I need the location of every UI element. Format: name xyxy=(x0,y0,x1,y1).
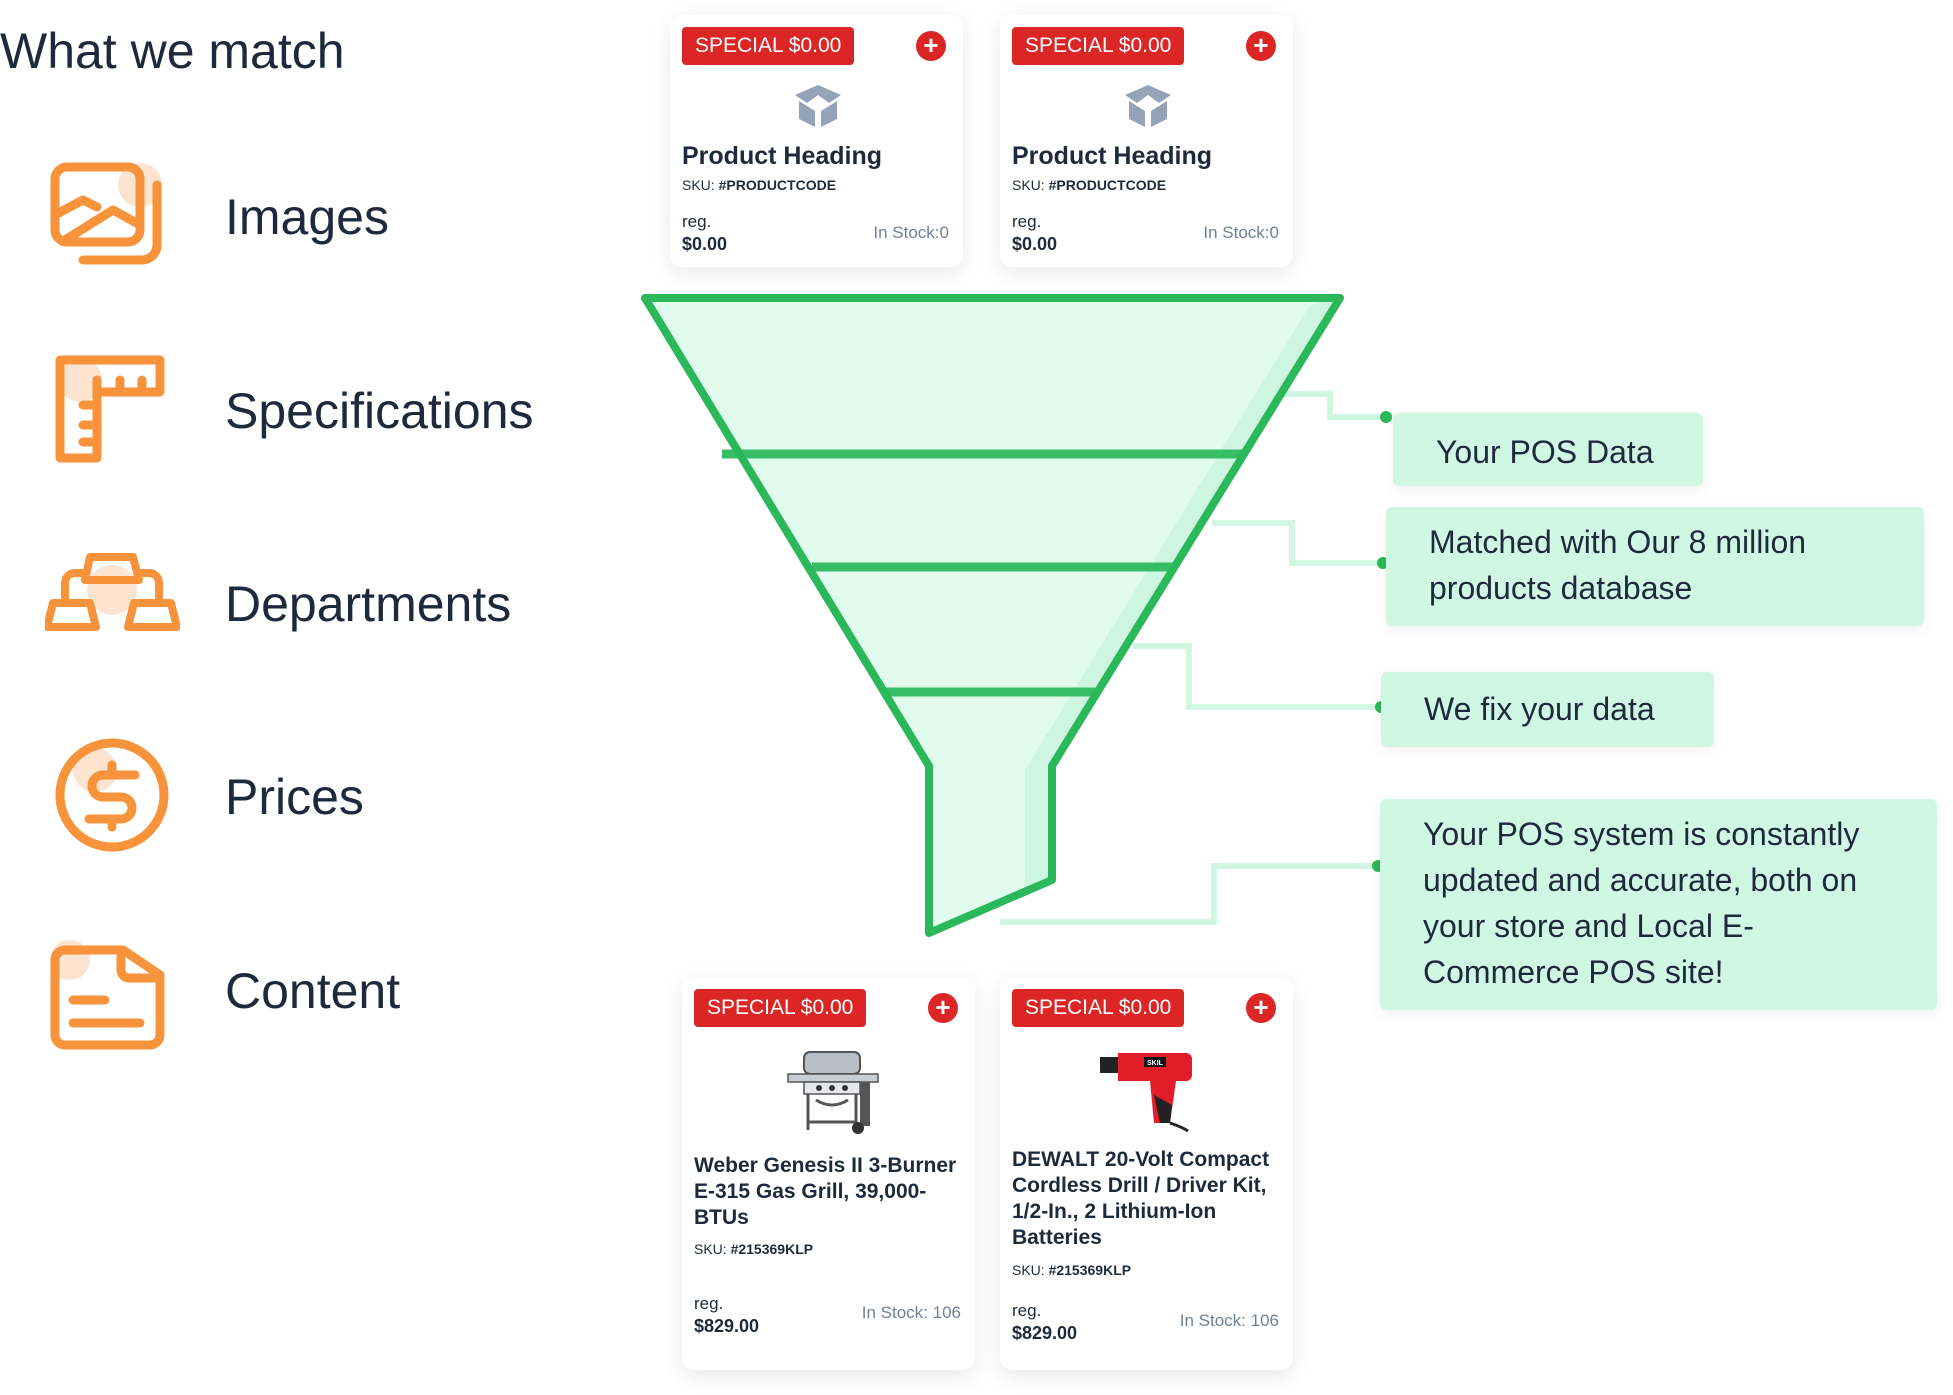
callout-pos-updated: Your POS system is constantly updated an… xyxy=(1380,799,1937,1010)
special-badge: SPECIAL $0.00 xyxy=(1012,989,1185,1027)
page: What we match Images Specifications Depa… xyxy=(0,0,1953,1395)
callout-pos-data: Your POS Data xyxy=(1393,413,1703,486)
cordless-drill-image: SKIL xyxy=(1100,1053,1192,1133)
connector-line xyxy=(1133,643,1381,710)
product-title[interactable]: Weber Genesis II 3-Burner E-315 Gas Gril… xyxy=(694,1153,963,1231)
special-badge: SPECIAL $0.00 xyxy=(694,989,867,1027)
connector-line xyxy=(1283,391,1386,420)
brand-logo: SKIL xyxy=(1147,1060,1164,1067)
gas-grill-image xyxy=(787,1051,879,1134)
callout-matched: Matched with Our 8 million products data… xyxy=(1386,507,1924,626)
stock-status: In Stock: 106 xyxy=(1179,1311,1279,1330)
callout-fix-data: We fix your data xyxy=(1381,672,1714,747)
product-card[interactable]: SPECIAL $0.00 + Weber Genesis II 3-Burne… xyxy=(682,977,975,1370)
add-button[interactable]: + xyxy=(1246,993,1276,1023)
product-sku: SKU: #215369KLP xyxy=(694,1241,814,1257)
connector-line xyxy=(1212,520,1383,566)
product-price: reg. $829.00 xyxy=(1012,1301,1078,1343)
product-title[interactable]: DEWALT 20-Volt Compact Cordless Drill / … xyxy=(1012,1147,1281,1251)
add-button[interactable]: + xyxy=(928,993,958,1023)
product-price: reg. $829.00 xyxy=(694,1294,760,1336)
funnel-body xyxy=(645,298,1340,933)
connector-dot xyxy=(1380,411,1392,423)
product-sku: SKU: #215369KLP xyxy=(1012,1262,1132,1278)
product-card[interactable]: SPECIAL $0.00 + SKIL DEWALT 20-Volt Comp… xyxy=(1000,977,1293,1370)
connector-line xyxy=(1000,863,1378,925)
stock-status: In Stock: 106 xyxy=(861,1303,961,1322)
